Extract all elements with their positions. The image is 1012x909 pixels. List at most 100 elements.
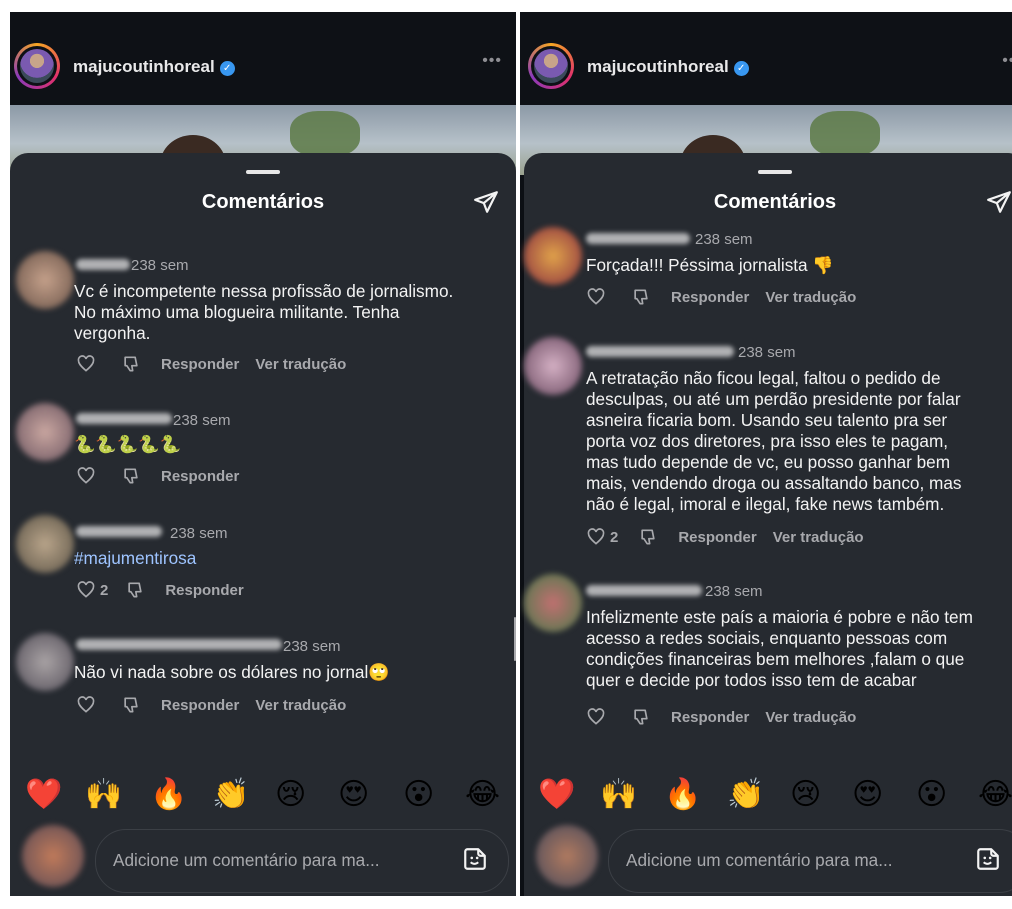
commenter-username-blurred[interactable] (76, 413, 172, 424)
reaction-crying[interactable]: 😢 (275, 778, 306, 812)
dislike-icon[interactable] (121, 354, 141, 374)
commenter-username-blurred[interactable] (586, 585, 702, 596)
verified-badge-icon: ✓ (219, 61, 235, 76)
comment-actions: Responder Ver tradução (586, 286, 856, 308)
reaction-laughing[interactable]: 😂 (465, 778, 500, 812)
commenter-avatar[interactable] (524, 574, 582, 632)
comments-sheet: Comentários 238 sem Vc é incompetente ne… (10, 153, 516, 896)
heart-icon[interactable] (586, 527, 606, 547)
reply-button[interactable]: Responder (161, 356, 239, 373)
reaction-fire[interactable]: 🔥 (664, 778, 701, 812)
reaction-clap[interactable]: 👏 (727, 778, 764, 812)
reel-comments-panel-right: majucoutinhoreal ✓ ••• Comentários 238 se… (520, 12, 1012, 896)
commenter-username-blurred[interactable] (586, 346, 734, 357)
reaction-fire[interactable]: 🔥 (150, 778, 187, 812)
commenter-avatar[interactable] (16, 515, 74, 573)
reaction-surprised[interactable]: 😮 (403, 778, 434, 812)
comment-time: 238 sem (738, 344, 796, 361)
reaction-crying[interactable]: 😢 (790, 778, 821, 812)
comment-time: 238 sem (695, 231, 753, 248)
commenter-avatar[interactable] (16, 633, 74, 691)
reply-button[interactable]: Responder (165, 582, 243, 599)
heart-icon[interactable] (76, 695, 96, 715)
comments-sheet: Comentários 238 sem Forçada!!! Péssima j… (524, 153, 1012, 896)
commenter-avatar[interactable] (524, 227, 582, 285)
commenter-username-blurred[interactable] (76, 639, 282, 650)
reaction-heart-eyes[interactable]: 😍 (338, 778, 369, 812)
reaction-laughing[interactable]: 😂 (978, 778, 1012, 812)
translate-button[interactable]: Ver tradução (255, 356, 346, 373)
username-row[interactable]: majucoutinhoreal ✓ (73, 57, 235, 77)
username[interactable]: majucoutinhoreal (73, 57, 215, 76)
comment-input-placeholder: Adicione um comentário para ma... (113, 850, 380, 870)
commenter-avatar[interactable] (16, 251, 74, 309)
translate-button[interactable]: Ver tradução (765, 709, 856, 726)
comment-input[interactable]: Adicione um comentário para ma... (608, 829, 1012, 893)
reaction-heart[interactable]: ❤️ (538, 778, 575, 812)
reply-button[interactable]: Responder (678, 529, 756, 546)
comment-text: Vc é incompetente nessa profissão de jor… (74, 281, 454, 343)
heart-icon[interactable] (586, 287, 606, 307)
comment-actions: Responder Ver tradução (76, 694, 346, 716)
verified-badge-icon: ✓ (733, 61, 749, 76)
dislike-icon[interactable] (631, 707, 651, 727)
reaction-raised-hands[interactable]: 🙌 (85, 778, 122, 812)
username[interactable]: majucoutinhoreal (587, 57, 729, 76)
username-row[interactable]: majucoutinhoreal ✓ (587, 57, 749, 77)
translate-button[interactable]: Ver tradução (765, 289, 856, 306)
comment-actions: 2 Responder (76, 579, 244, 601)
comment-text: Infelizmente este país a maioria é pobre… (586, 607, 973, 690)
sheet-drag-handle[interactable] (246, 170, 280, 174)
comment-time: 238 sem (131, 257, 189, 274)
reaction-heart-eyes[interactable]: 😍 (852, 778, 883, 812)
more-icon[interactable]: ••• (1002, 52, 1012, 70)
paper-plane-icon[interactable] (986, 189, 1012, 215)
comment-hashtag-link[interactable]: #majumentirosa (74, 548, 196, 569)
translate-button[interactable]: Ver tradução (255, 697, 346, 714)
commenter-username-blurred[interactable] (586, 233, 690, 244)
comment-time: 238 sem (173, 412, 231, 429)
more-icon[interactable]: ••• (482, 52, 502, 70)
comment-time: 238 sem (170, 525, 228, 542)
translate-button[interactable]: Ver tradução (773, 529, 864, 546)
sticker-icon[interactable] (462, 846, 488, 872)
video-tree-shape (810, 111, 880, 157)
heart-icon[interactable] (76, 354, 96, 374)
comment-actions: Responder Ver tradução (76, 353, 346, 375)
heart-icon[interactable] (586, 707, 606, 727)
sticker-icon[interactable] (975, 846, 1001, 872)
dislike-icon[interactable] (638, 527, 658, 547)
scroll-indicator[interactable] (514, 617, 516, 661)
reply-button[interactable]: Responder (161, 468, 239, 485)
comment-time: 238 sem (283, 638, 341, 655)
commenter-username-blurred[interactable] (76, 526, 162, 537)
dislike-icon[interactable] (121, 695, 141, 715)
reaction-surprised[interactable]: 😮 (916, 778, 947, 812)
paper-plane-icon[interactable] (473, 189, 499, 215)
profile-avatar[interactable] (528, 43, 574, 89)
heart-icon[interactable] (76, 466, 96, 486)
dislike-icon[interactable] (125, 580, 145, 600)
comment-actions: 2 Responder Ver tradução (586, 526, 864, 548)
commenter-username-blurred[interactable] (76, 259, 130, 270)
reaction-raised-hands[interactable]: 🙌 (600, 778, 637, 812)
commenter-avatar[interactable] (16, 403, 74, 461)
sheet-drag-handle[interactable] (758, 170, 792, 174)
commenter-avatar[interactable] (524, 337, 582, 395)
comment-time: 238 sem (705, 583, 763, 600)
reply-button[interactable]: Responder (671, 289, 749, 306)
sheet-title: Comentários (201, 191, 325, 213)
heart-icon[interactable] (76, 580, 96, 600)
comment-text: 🐍🐍🐍🐍🐍 (74, 435, 182, 455)
reaction-heart[interactable]: ❤️ (25, 778, 62, 812)
reply-button[interactable]: Responder (161, 697, 239, 714)
comment-text: A retratação não ficou legal, faltou o p… (586, 368, 962, 514)
comment-actions: Responder (76, 465, 239, 487)
reply-button[interactable]: Responder (671, 709, 749, 726)
dislike-icon[interactable] (631, 287, 651, 307)
dislike-icon[interactable] (121, 466, 141, 486)
profile-avatar[interactable] (14, 43, 60, 89)
reaction-clap[interactable]: 👏 (212, 778, 249, 812)
reel-header: majucoutinhoreal ✓ ••• (10, 12, 516, 105)
comment-input[interactable]: Adicione um comentário para ma... (95, 829, 509, 893)
